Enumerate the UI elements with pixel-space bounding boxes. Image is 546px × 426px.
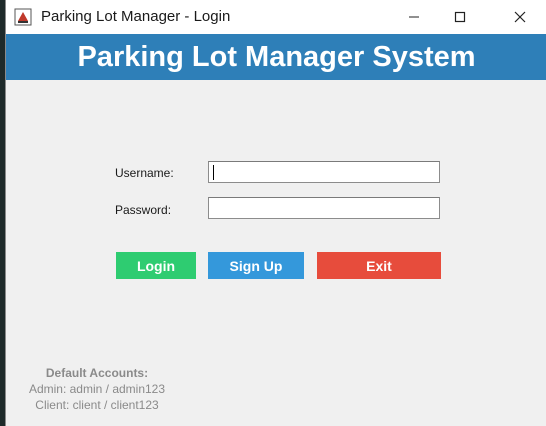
maximize-button[interactable]: [437, 0, 483, 34]
minimize-icon: [409, 16, 419, 18]
exit-button[interactable]: Exit: [317, 252, 441, 279]
admin-account-text: Admin: admin / admin123: [28, 382, 166, 396]
app-header: Parking Lot Manager System: [6, 34, 546, 80]
close-button[interactable]: [497, 0, 543, 34]
username-label: Username:: [115, 166, 174, 180]
login-button[interactable]: Login: [116, 252, 196, 279]
default-accounts-info: Default Accounts: Admin: admin / admin12…: [14, 365, 180, 413]
java-app-icon: [14, 8, 32, 26]
username-field[interactable]: [208, 161, 440, 183]
title-bar[interactable]: Parking Lot Manager - Login: [6, 0, 546, 34]
text-caret: [213, 165, 214, 180]
page-title: Parking Lot Manager System: [77, 40, 476, 73]
default-accounts-title: Default Accounts:: [45, 366, 149, 380]
window-title: Parking Lot Manager - Login: [41, 8, 231, 25]
minimize-button[interactable]: [391, 0, 437, 34]
password-field[interactable]: [208, 197, 440, 219]
client-account-text: Client: client / client123: [35, 398, 159, 412]
login-window: Parking Lot Manager - Login Parking Lot …: [5, 0, 546, 426]
close-icon: [514, 11, 526, 23]
maximize-icon: [454, 11, 466, 23]
password-label: Password:: [115, 203, 172, 217]
sign-up-button[interactable]: Sign Up: [208, 252, 304, 279]
